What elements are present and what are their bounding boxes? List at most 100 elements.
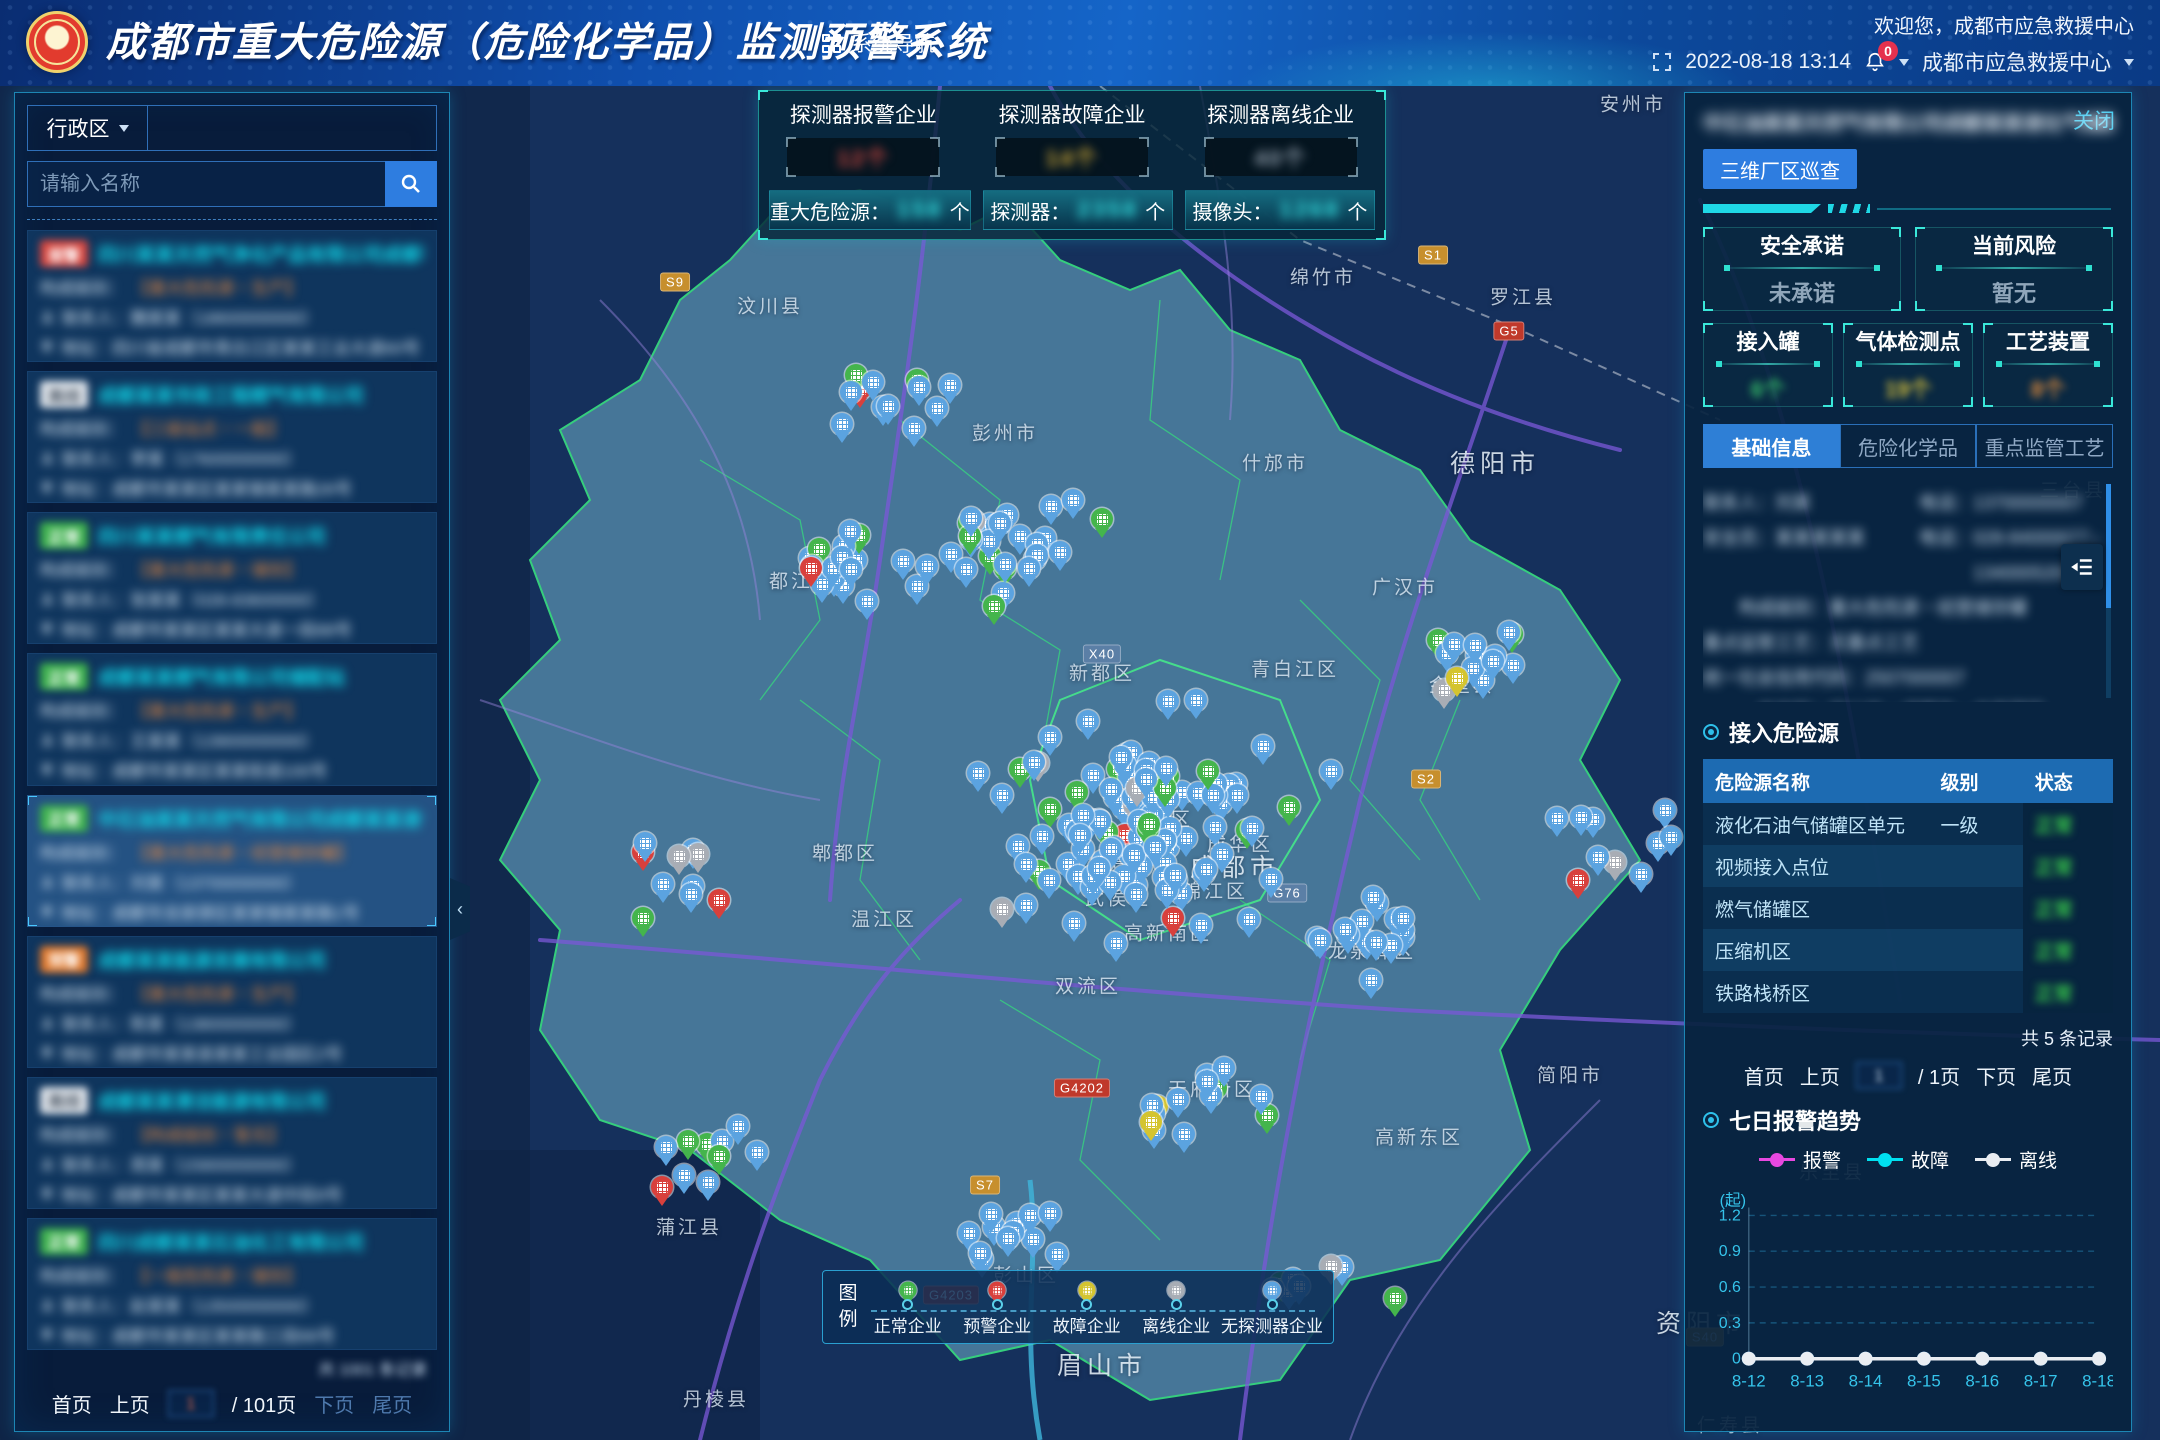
map-pin[interactable]: [1250, 1085, 1272, 1116]
page-prev[interactable]: 上页: [110, 1389, 150, 1418]
map-pin[interactable]: [980, 1203, 1002, 1234]
tab-危险化学品[interactable]: 危险化学品: [1840, 424, 1977, 468]
map-pin[interactable]: [1173, 1123, 1195, 1154]
map-pin[interactable]: [1157, 690, 1179, 721]
map-pin[interactable]: [1190, 914, 1212, 945]
3d-patrol-button[interactable]: 三维厂区巡查: [1703, 149, 1857, 189]
map-pin[interactable]: [1185, 689, 1207, 720]
enterprise-card[interactable]: 正常 四川成都某某石油化工有限公司 构成级别：【一般危险源・储存】 联系人：赵某…: [27, 1218, 437, 1350]
tab-重点监管工艺[interactable]: 重点监管工艺: [1976, 424, 2113, 468]
map-pin[interactable]: [652, 873, 674, 904]
sidebar-collapse-toggle[interactable]: ‹: [450, 878, 470, 940]
table-row[interactable]: 铁路栈桥区正常: [1703, 971, 2113, 1013]
table-row[interactable]: 压缩机区正常: [1703, 929, 2113, 971]
map-pin[interactable]: [1241, 817, 1263, 848]
page-last[interactable]: 尾页: [2032, 1061, 2072, 1090]
map-pin[interactable]: [1587, 846, 1609, 877]
region-filter-dropdown[interactable]: 行政区: [28, 106, 148, 150]
scrollbar[interactable]: [2106, 484, 2111, 698]
map-pin[interactable]: [727, 1115, 749, 1146]
map-pin[interactable]: [1069, 824, 1091, 855]
map-pin[interactable]: [908, 376, 930, 407]
map-pin[interactable]: [1309, 929, 1331, 960]
map-pin[interactable]: [1023, 751, 1045, 782]
legend-item[interactable]: 离线: [1975, 1146, 2057, 1173]
map-pin[interactable]: [1031, 825, 1053, 856]
map-pin[interactable]: [1443, 633, 1465, 664]
map-pin[interactable]: [1334, 918, 1356, 949]
map-pin[interactable]: [903, 417, 925, 448]
system-nav-menu[interactable]: 系统导航: [822, 0, 935, 86]
map-pin[interactable]: [1049, 541, 1071, 572]
map-pin[interactable]: [955, 558, 977, 589]
map-pin[interactable]: [697, 1171, 719, 1202]
map-pin[interactable]: [1063, 912, 1085, 943]
map-pin[interactable]: [1015, 853, 1037, 884]
map-pin[interactable]: [1238, 908, 1260, 939]
map-pin[interactable]: [651, 1176, 673, 1207]
map-pin[interactable]: [1088, 857, 1110, 888]
map-pin[interactable]: [839, 520, 861, 551]
map-pin[interactable]: [1195, 858, 1217, 889]
map-pin[interactable]: [680, 883, 702, 914]
map-pin[interactable]: [1320, 760, 1342, 791]
page-input[interactable]: [1856, 1062, 1902, 1089]
map-pin[interactable]: [1570, 806, 1592, 837]
map-pin[interactable]: [1360, 969, 1382, 1000]
map-pin[interactable]: [1226, 784, 1248, 815]
map-pin[interactable]: [862, 371, 884, 402]
enterprise-card[interactable]: 预警 成都某某能源发展有限公司 构成级别：【重大危险源・生产】 联系人：陈某（1…: [27, 936, 437, 1068]
map-pin[interactable]: [708, 889, 730, 920]
map-pin[interactable]: [967, 762, 989, 793]
map-pin[interactable]: [1260, 868, 1282, 899]
map-pin[interactable]: [1135, 768, 1157, 799]
map-pin[interactable]: [668, 845, 690, 876]
map-pin[interactable]: [1077, 710, 1099, 741]
map-pin[interactable]: [840, 558, 862, 589]
page-prev[interactable]: 上页: [1800, 1061, 1840, 1090]
page-input[interactable]: [168, 1390, 214, 1417]
map-pin[interactable]: [1446, 667, 1468, 698]
map-pin[interactable]: [1630, 863, 1652, 894]
map-pin[interactable]: [1167, 1088, 1189, 1119]
map-pin[interactable]: [1196, 1070, 1218, 1101]
map-pin[interactable]: [1144, 836, 1166, 867]
map-pin[interactable]: [983, 595, 1005, 626]
table-row[interactable]: 燃气储罐区正常: [1703, 887, 2113, 929]
page-first[interactable]: 首页: [52, 1389, 92, 1418]
map-pin[interactable]: [1155, 757, 1177, 788]
enterprise-card[interactable]: 正常 四川某某燃气有限责任公司 构成级别：【重大危险源・储存】 联系人：张某某（…: [27, 512, 437, 644]
enterprise-card[interactable]: 正常 中石油某某天然气有限公司成都某某液化气储配站 构成级别：【重大危险源・经营…: [27, 795, 437, 927]
enterprise-card[interactable]: 离线 成都某某清洁能源有限公司 构成级别：【构成级别・暂无】 联系人：周某（15…: [27, 1077, 437, 1209]
map-pin[interactable]: [1567, 869, 1589, 900]
map-pin[interactable]: [1197, 760, 1219, 791]
map-pin[interactable]: [1015, 894, 1037, 925]
map-pin[interactable]: [1018, 557, 1040, 588]
map-pin[interactable]: [991, 784, 1013, 815]
map-pin[interactable]: [655, 1136, 677, 1167]
map-pin[interactable]: [800, 557, 822, 588]
map-pin[interactable]: [916, 555, 938, 586]
table-row[interactable]: 液化石油气储罐区单元一级正常: [1703, 803, 2113, 845]
map-pin[interactable]: [1660, 826, 1682, 857]
map-pin[interactable]: [673, 1164, 695, 1195]
notification-bell-icon[interactable]: 0: [1864, 50, 1886, 74]
fullscreen-icon[interactable]: [1652, 52, 1672, 72]
legend-item[interactable]: 报警: [1759, 1146, 1841, 1173]
region-filter-input[interactable]: [148, 106, 436, 150]
enterprise-card[interactable]: 报警 四川某某天然气净化产品有限公司成都输配分公司 构成级别：【重大危险源・生产…: [27, 230, 437, 362]
panel-expand-icon[interactable]: [2061, 544, 2103, 590]
map-pin[interactable]: [1498, 621, 1520, 652]
map-pin[interactable]: [1140, 1111, 1162, 1142]
map-pin[interactable]: [892, 550, 914, 581]
legend-item[interactable]: 故障: [1867, 1146, 1949, 1173]
map-pin[interactable]: [840, 381, 862, 412]
search-button[interactable]: [385, 161, 437, 207]
map-pin[interactable]: [746, 1141, 768, 1172]
map-pin[interactable]: [1546, 807, 1568, 838]
user-menu[interactable]: 成都市应急救援中心: [1922, 47, 2111, 77]
page-first[interactable]: 首页: [1744, 1061, 1784, 1090]
map-pin[interactable]: [1125, 883, 1147, 914]
map-pin[interactable]: [1039, 1202, 1061, 1233]
map-pin[interactable]: [989, 512, 1011, 543]
